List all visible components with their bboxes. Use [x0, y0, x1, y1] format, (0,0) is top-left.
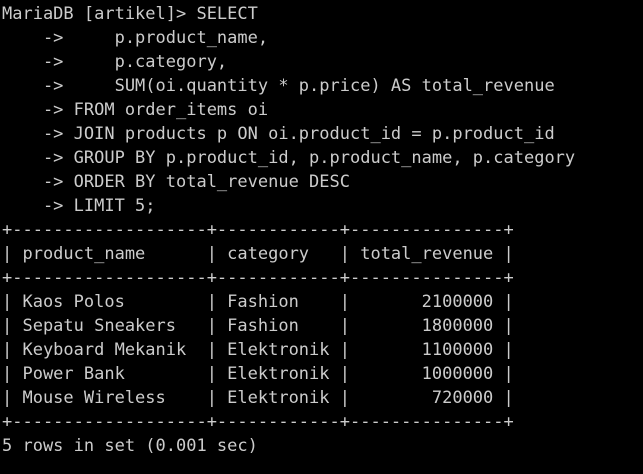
sql-prompt-line: MariaDB [artikel]> SELECT	[2, 4, 258, 24]
sql-continuation-line: -> p.category,	[2, 52, 228, 72]
table-border-bottom: +-------------------+------------+------…	[2, 412, 514, 432]
table-header-row: | product_name | category | total_revenu…	[2, 244, 514, 264]
sql-continuation-line: -> ORDER BY total_revenue DESC	[2, 172, 350, 192]
table-row: | Kaos Polos | Fashion | 2100000 |	[2, 292, 514, 312]
table-border-mid: +-------------------+------------+------…	[2, 268, 514, 288]
table-row: | Power Bank | Elektronik | 1000000 |	[2, 364, 514, 384]
result-table: +-------------------+------------+------…	[2, 218, 643, 434]
table-row: | Mouse Wireless | Elektronik | 720000 |	[2, 388, 514, 408]
terminal-window[interactable]: MariaDB [artikel]> SELECT -> p.product_n…	[0, 0, 643, 474]
table-row: | Sepatu Sneakers | Fashion | 1800000 |	[2, 316, 514, 336]
sql-continuation-line: -> GROUP BY p.product_id, p.product_name…	[2, 148, 576, 168]
status-line: 5 rows in set (0.001 sec)	[2, 436, 258, 456]
sql-continuation-line: -> JOIN products p ON oi.product_id = p.…	[2, 124, 555, 144]
table-row: | Keyboard Mekanik | Elektronik | 110000…	[2, 340, 514, 360]
sql-continuation-line: -> LIMIT 5;	[2, 196, 156, 216]
sql-continuation-line: -> SUM(oi.quantity * p.price) AS total_r…	[2, 76, 555, 96]
table-border-top: +-------------------+------------+------…	[2, 220, 514, 240]
sql-continuation-line: -> p.product_name,	[2, 28, 269, 48]
sql-continuation-line: -> FROM order_items oi	[2, 100, 269, 120]
